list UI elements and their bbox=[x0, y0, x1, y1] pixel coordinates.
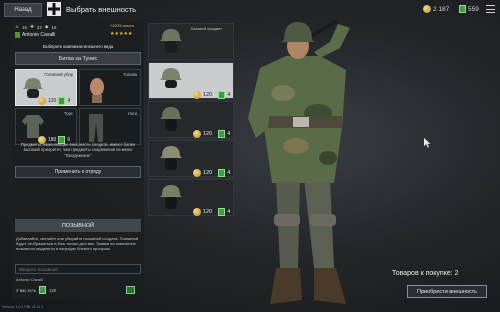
ticket-icon bbox=[58, 97, 66, 105]
mouse-cursor-icon bbox=[424, 138, 431, 148]
class-icon bbox=[15, 32, 20, 38]
helmet-icon bbox=[160, 185, 182, 209]
soldier-name: Antonio Cavalli bbox=[22, 32, 56, 38]
ticket-icon bbox=[459, 5, 466, 13]
slot-head[interactable]: Голова bbox=[79, 69, 141, 106]
callsign-soldier-name: Antonio Cavalli bbox=[16, 277, 43, 282]
apply-to-squad-button[interactable]: Применить к отряду bbox=[15, 166, 141, 178]
version-label: Version: 1.0.1 PBL 42.11.1 bbox=[2, 305, 44, 309]
exp-bonus: +100% опыта bbox=[110, 24, 134, 28]
trousers-icon bbox=[89, 114, 103, 142]
goods-count: Товаров к покупке: 2 bbox=[392, 270, 459, 277]
slot-headgear[interactable]: Головной убор 120 4 bbox=[15, 69, 77, 106]
priority-warning: Предметы, изменяющие внешность солдата, … bbox=[20, 142, 136, 158]
helmet-icon bbox=[160, 107, 182, 131]
ticket-balance: 559 bbox=[459, 5, 479, 13]
ticket-icon bbox=[218, 169, 226, 177]
ticket-icon bbox=[218, 91, 226, 99]
helmet-icon bbox=[160, 146, 182, 170]
soldier-model[interactable] bbox=[238, 18, 368, 308]
rank-icon: ⚔ bbox=[15, 24, 20, 29]
item-helmet-1[interactable]: 120 4 bbox=[148, 62, 234, 99]
item-base[interactable]: Базовый предмет bbox=[148, 23, 234, 60]
gold-coin-icon bbox=[193, 208, 201, 216]
item-helmet-2[interactable]: 120 4 bbox=[148, 101, 234, 138]
level-icon: ◆ bbox=[44, 24, 49, 29]
ticket-icon bbox=[218, 130, 226, 138]
gold-coin-icon bbox=[38, 97, 46, 105]
callsign-description: Добавляйте, меняйте или убирайте позывно… bbox=[16, 236, 139, 252]
callsign-tokens: У вас есть 120 bbox=[16, 286, 57, 294]
soldier-stats: ⚔ 16 ✚ 22 ◆ 16 bbox=[15, 24, 57, 30]
kills-icon: ✚ bbox=[30, 24, 34, 29]
gold-coin-icon bbox=[193, 130, 201, 138]
menu-icon[interactable] bbox=[486, 5, 495, 13]
ticket-icon bbox=[218, 208, 226, 216]
page-title: Выбрать внешность bbox=[66, 5, 137, 14]
face-icon bbox=[90, 78, 104, 103]
campaign-prompt: Выберите кампанию внешнего вида bbox=[42, 44, 114, 49]
gold-balance: 2 187 bbox=[423, 5, 449, 13]
helmet-icon bbox=[160, 29, 182, 53]
callsign-header: ПОЗЫВНОЙ bbox=[15, 219, 141, 232]
item-helmet-4[interactable]: 120 4 bbox=[148, 179, 234, 216]
gold-coin-icon bbox=[193, 91, 201, 99]
slot-torso[interactable]: Торс 180 6 bbox=[15, 108, 77, 145]
gold-coin-icon bbox=[193, 169, 201, 177]
callsign-input[interactable] bbox=[15, 264, 141, 274]
gold-coin-icon bbox=[423, 5, 431, 13]
iron-cross-icon bbox=[47, 2, 61, 16]
use-callsign-ticket-button[interactable] bbox=[126, 286, 135, 294]
helmet-icon bbox=[160, 68, 182, 88]
campaign-select-button[interactable]: Битва за Тунис bbox=[15, 52, 141, 65]
buy-appearance-button[interactable]: Приобрести внешность bbox=[407, 285, 487, 298]
slot-legs[interactable]: Ноги bbox=[79, 108, 141, 145]
back-button[interactable]: Назад bbox=[4, 3, 42, 17]
item-helmet-3[interactable]: 120 4 bbox=[148, 140, 234, 177]
soldier-stars: ★★★★★ bbox=[110, 31, 133, 37]
ticket-icon bbox=[39, 286, 47, 294]
